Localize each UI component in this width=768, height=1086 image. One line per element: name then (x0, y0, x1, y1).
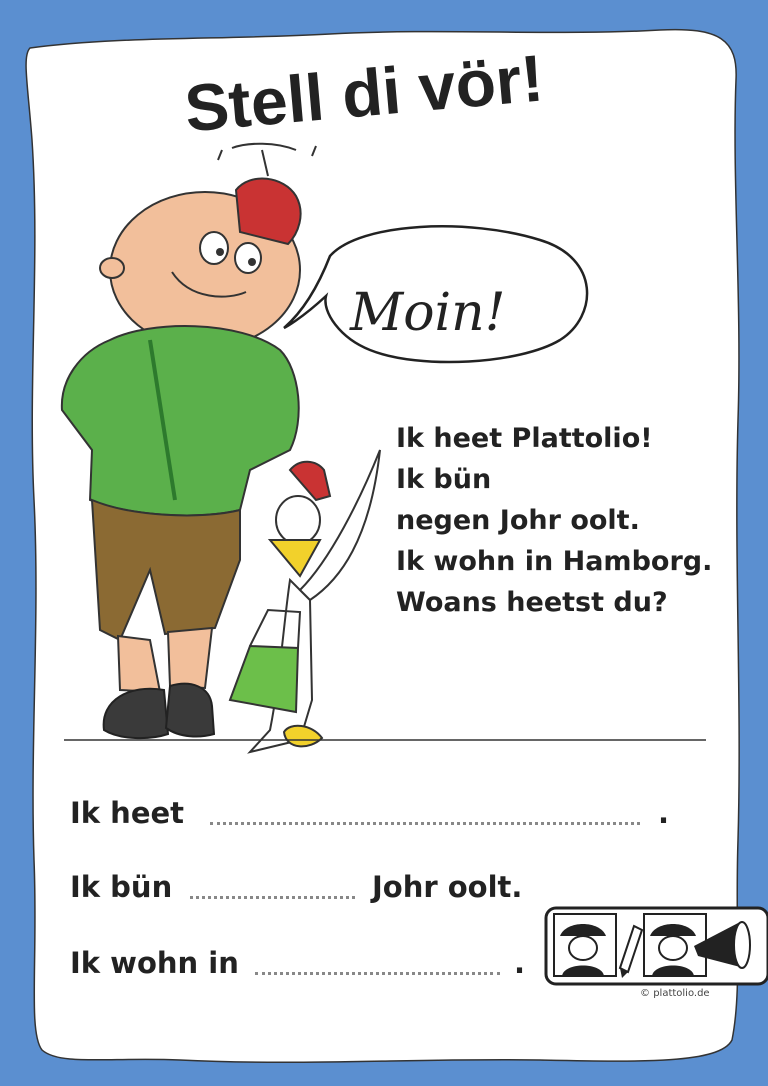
intro-line: Woans heetst du? (396, 587, 668, 618)
worksheet: Stell di vör! Moin! Ik heet Plattolio! I… (0, 0, 768, 1086)
propeller-icon (217, 142, 317, 177)
copyright-label: plattolio.de (653, 988, 710, 999)
name-blank[interactable] (210, 806, 640, 825)
boy-eye-right (234, 242, 262, 274)
age-suffix: Johr oolt. (372, 870, 523, 904)
city-label: Ik wohn in (70, 946, 239, 980)
boy-ear (99, 257, 125, 279)
shorts (90, 498, 241, 642)
intro-line: Ik heet Plattolio! (396, 423, 653, 454)
name-label: Ik heet (70, 796, 185, 830)
city-row: Ik wohn in (70, 946, 239, 980)
cap-icon (234, 177, 302, 246)
seagull-beak (267, 539, 322, 578)
copyright-text: © plattolio.de (640, 988, 710, 999)
intro-line: Ik bün (396, 464, 492, 495)
intro-line: Ik wohn in Hamborg. (396, 546, 713, 577)
boy-eye-left (199, 231, 229, 265)
intro-line: negen Johr oolt. (396, 505, 640, 536)
name-period: . (658, 796, 670, 830)
age-row: Ik bün (70, 870, 172, 904)
age-label: Ik bün (70, 870, 173, 904)
jacket (60, 325, 300, 517)
seagull-foot (282, 724, 324, 748)
seagull-bag (228, 644, 300, 714)
age-blank[interactable] (190, 880, 355, 899)
activity-icons (544, 906, 768, 986)
speech-bubble: Moin! (283, 225, 589, 364)
intro-text: Ik heet Plattolio! Ik bün negen Johr ool… (396, 418, 712, 623)
right-shoe (164, 682, 216, 738)
speech-bubble-text: Moin! (349, 283, 506, 343)
left-shoe (102, 687, 170, 740)
seagull-crest (288, 460, 332, 502)
city-blank[interactable] (255, 956, 500, 975)
city-period: . (514, 946, 526, 980)
name-row: Ik heet (70, 796, 184, 830)
seagull-character (228, 449, 381, 754)
